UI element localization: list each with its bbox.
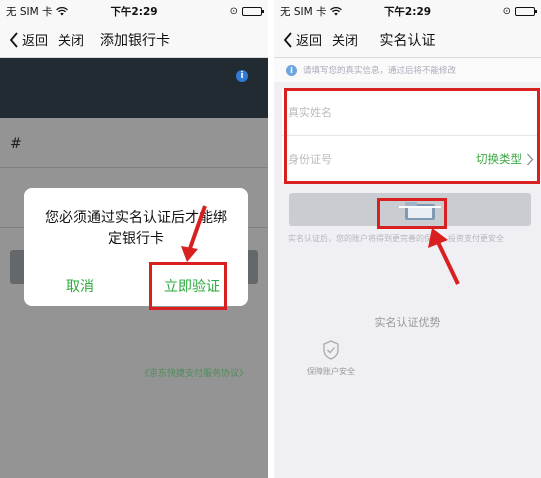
right-phone-screen: 无 SIM 卡 下午2:29 ⊙ 返回 关闭 实名认证 i 请填写您的真实信息，… [274,0,541,478]
notice-text: 请填写您的真实信息，通过后将不能修改 [303,66,457,76]
security-label: 保障账户安全 [307,367,355,376]
left-phone-screen: 无 SIM 卡 下午2:29 ⊙ 返回 关闭 添加银行卡 # i 《京东快捷支付… [0,0,268,478]
cancel-button[interactable]: 取消 [24,276,136,306]
back-label: 返回 [22,34,49,49]
folder-icon [399,202,441,220]
real-name-placeholder: 真实姓名 [288,105,332,119]
shield-check-icon [323,340,339,360]
real-name-field[interactable]: 真实姓名 [282,88,540,135]
advantages-title: 实名认证优势 [374,316,441,329]
close-button[interactable]: 关闭 [58,30,84,49]
carrier-label: 无 SIM 卡 [6,5,53,18]
status-bar: 无 SIM 卡 下午2:29 ⊙ [0,0,268,22]
screenshot-composite: 无 SIM 卡 下午2:29 ⊙ 返回 关闭 添加银行卡 # i 《京东快捷支付… [0,0,541,478]
page-title: 添加银行卡 [100,32,171,49]
id-number-placeholder: 身份证号 [288,153,332,166]
info-icon[interactable]: i [236,70,248,82]
switch-type-button[interactable]: 切换类型 [476,151,534,167]
status-bar: 无 SIM 卡 下午2:29 ⊙ [274,0,541,22]
wifi-icon [55,6,68,15]
real-name-form: 真实姓名 身份证号 切换类型 [282,88,540,182]
notice-banner: i 请填写您的真实信息，通过后将不能修改 [274,58,541,82]
id-number-field[interactable]: 身份证号 切换类型 [282,135,540,182]
nav-bar: 返回 关闭 实名认证 [274,22,541,58]
info-icon: i [286,64,297,76]
service-agreement-link[interactable]: 《京东快捷支付服务协议》 [140,366,248,379]
dialog-message: 您必须通过实名认证后才能绑定银行卡 [45,210,227,247]
battery-icon [515,6,537,16]
chevron-left-icon [9,31,18,48]
nav-bar: 返回 关闭 添加银行卡 [0,22,268,58]
orientation-lock-icon: ⊙ [229,5,238,17]
verify-now-button[interactable]: 立即验证 [136,276,248,306]
orientation-lock-icon: ⊙ [502,5,511,17]
chevron-right-icon [527,153,534,165]
verify-dialog: 您必须通过实名认证后才能绑定银行卡 取消 立即验证 [24,188,248,306]
back-label: 返回 [296,34,323,49]
protection-hint: 实名认证后，您的账户将得到更完善的保护，投资支付更安全 [288,234,504,243]
battery-icon [242,6,264,16]
back-button[interactable]: 返回 [274,30,322,49]
chevron-left-icon [283,31,292,48]
back-button[interactable]: 返回 [0,30,48,49]
close-button[interactable]: 关闭 [332,30,358,49]
switch-type-label: 切换类型 [476,152,522,166]
wifi-icon [329,6,342,15]
dialog-buttons: 取消 立即验证 [24,276,248,306]
carrier-label: 无 SIM 卡 [280,5,327,18]
